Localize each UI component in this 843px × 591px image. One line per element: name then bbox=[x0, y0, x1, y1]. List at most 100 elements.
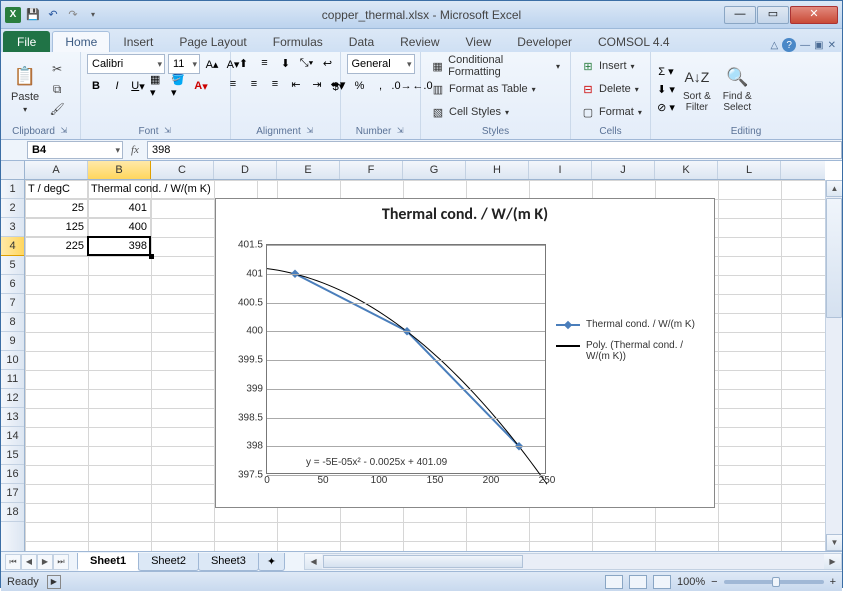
cell-B1[interactable]: Thermal cond. / W/(m K) bbox=[88, 180, 258, 199]
cell-styles-button[interactable]: ▧Cell Styles▾ bbox=[427, 101, 564, 123]
minimize-button[interactable]: — bbox=[724, 6, 756, 24]
fill-icon[interactable]: ⬇ ▾ bbox=[657, 80, 675, 98]
inc-decimal-icon[interactable]: .0→ bbox=[393, 77, 411, 95]
undo-icon[interactable]: ↶ bbox=[45, 7, 61, 23]
col-head-G[interactable]: G bbox=[403, 161, 466, 179]
italic-button[interactable]: I bbox=[108, 77, 126, 95]
align-center-icon[interactable]: ≡ bbox=[245, 75, 263, 93]
wrap-text-icon[interactable]: ↩ bbox=[319, 54, 337, 72]
row-head-1[interactable]: 1 bbox=[1, 180, 24, 199]
cell-B3[interactable]: 400 bbox=[88, 218, 151, 237]
new-sheet-button[interactable]: ✦ bbox=[258, 553, 285, 571]
number-launcher-icon[interactable]: ⇲ bbox=[395, 126, 405, 136]
row-head-7[interactable]: 7 bbox=[1, 294, 24, 313]
qat-dropdown-icon[interactable]: ▾ bbox=[85, 7, 101, 23]
align-left-icon[interactable]: ≡ bbox=[224, 75, 242, 93]
row-head-16[interactable]: 16 bbox=[1, 465, 24, 484]
align-top-icon[interactable]: ⬆ bbox=[235, 54, 253, 72]
mdi-close-icon[interactable]: ✕ bbox=[828, 40, 836, 51]
cut-icon[interactable]: ✂ bbox=[47, 60, 67, 78]
zoom-out-button[interactable]: − bbox=[711, 576, 717, 588]
close-button[interactable]: ✕ bbox=[790, 6, 838, 24]
chart-title[interactable]: Thermal cond. / W/(m K) bbox=[216, 199, 714, 230]
tab-developer[interactable]: Developer bbox=[504, 31, 585, 52]
maximize-button[interactable]: ▭ bbox=[757, 6, 789, 24]
row-head-5[interactable]: 5 bbox=[1, 256, 24, 275]
redo-icon[interactable]: ↷ bbox=[65, 7, 81, 23]
page-layout-view-button[interactable] bbox=[629, 575, 647, 589]
orientation-icon[interactable]: ⤡▾ bbox=[298, 54, 316, 72]
scroll-left-button[interactable]: ◀ bbox=[305, 554, 322, 569]
comma-icon[interactable]: , bbox=[372, 77, 390, 95]
chart-plot-area[interactable]: 397.5398398.5399399.5400400.5401401.5050… bbox=[266, 244, 546, 474]
row-head-11[interactable]: 11 bbox=[1, 370, 24, 389]
align-middle-icon[interactable]: ≡ bbox=[256, 54, 274, 72]
grow-font-icon[interactable]: A▴ bbox=[203, 55, 221, 73]
legend-series-1[interactable]: Thermal cond. / W/(m K) bbox=[556, 319, 706, 330]
legend-series-2[interactable]: Poly. (Thermal cond. / W/(m K)) bbox=[556, 340, 706, 362]
number-format-select[interactable]: General bbox=[347, 54, 415, 74]
fill-handle[interactable] bbox=[149, 254, 154, 259]
row-head-6[interactable]: 6 bbox=[1, 275, 24, 294]
currency-icon[interactable]: $▾ bbox=[330, 77, 348, 95]
formula-bar[interactable] bbox=[147, 141, 842, 159]
insert-cells-button[interactable]: ⊞Insert▾ bbox=[577, 55, 646, 77]
col-head-L[interactable]: L bbox=[718, 161, 781, 179]
page-break-view-button[interactable] bbox=[653, 575, 671, 589]
tab-data[interactable]: Data bbox=[336, 31, 387, 52]
cell-A2[interactable]: 25 bbox=[25, 199, 88, 218]
worksheet-grid[interactable]: ABCDEFGHIJKL 123456789101112131415161718… bbox=[1, 161, 842, 551]
tab-formulas[interactable]: Formulas bbox=[260, 31, 336, 52]
copy-icon[interactable]: ⧉ bbox=[47, 80, 67, 98]
col-head-C[interactable]: C bbox=[151, 161, 214, 179]
normal-view-button[interactable] bbox=[605, 575, 623, 589]
col-head-H[interactable]: H bbox=[466, 161, 529, 179]
row-head-14[interactable]: 14 bbox=[1, 427, 24, 446]
format-as-table-button[interactable]: ▥Format as Table▾ bbox=[427, 78, 564, 100]
clipboard-launcher-icon[interactable]: ⇲ bbox=[59, 126, 69, 136]
zoom-slider[interactable] bbox=[724, 580, 824, 584]
col-head-K[interactable]: K bbox=[655, 161, 718, 179]
zoom-in-button[interactable]: + bbox=[830, 576, 836, 588]
find-select-button[interactable]: 🔍 Find & Select bbox=[719, 63, 756, 115]
horizontal-scrollbar[interactable]: ◀ ▶ bbox=[304, 553, 842, 570]
bold-button[interactable]: B bbox=[87, 77, 105, 95]
tab-home[interactable]: Home bbox=[52, 31, 110, 52]
sheet-tab-1[interactable]: Sheet1 bbox=[77, 553, 139, 571]
format-painter-icon[interactable]: 🖌 bbox=[47, 100, 67, 118]
col-head-A[interactable]: A bbox=[25, 161, 88, 179]
indent-inc-icon[interactable]: ⇥ bbox=[308, 75, 326, 93]
scroll-up-button[interactable]: ▲ bbox=[826, 180, 842, 197]
percent-icon[interactable]: % bbox=[351, 77, 369, 95]
scroll-right-button[interactable]: ▶ bbox=[824, 554, 841, 569]
row-head-18[interactable]: 18 bbox=[1, 503, 24, 522]
tab-page-layout[interactable]: Page Layout bbox=[166, 31, 259, 52]
mdi-minimize-icon[interactable]: — bbox=[800, 40, 810, 51]
file-tab[interactable]: File bbox=[3, 31, 50, 52]
last-sheet-button[interactable]: ⏭ bbox=[53, 554, 69, 570]
row-headers[interactable]: 123456789101112131415161718 bbox=[1, 180, 25, 551]
next-sheet-button[interactable]: ▶ bbox=[37, 554, 53, 570]
zoom-thumb[interactable] bbox=[772, 577, 780, 587]
format-cells-button[interactable]: ▢Format▾ bbox=[577, 101, 646, 123]
tab-view[interactable]: View bbox=[453, 31, 505, 52]
conditional-formatting-button[interactable]: ▦Conditional Formatting▾ bbox=[427, 55, 564, 77]
font-launcher-icon[interactable]: ⇲ bbox=[163, 126, 173, 136]
help-icon[interactable]: ? bbox=[782, 38, 796, 52]
col-head-F[interactable]: F bbox=[340, 161, 403, 179]
sheet-tab-3[interactable]: Sheet3 bbox=[198, 553, 259, 571]
sheet-tab-2[interactable]: Sheet2 bbox=[138, 553, 199, 571]
font-color-icon[interactable]: A▾ bbox=[192, 77, 210, 95]
first-sheet-button[interactable]: ⏮ bbox=[5, 554, 21, 570]
align-bottom-icon[interactable]: ⬇ bbox=[277, 54, 295, 72]
underline-button[interactable]: U ▾ bbox=[129, 77, 147, 95]
chart-object[interactable]: Thermal cond. / W/(m K) 397.5398398.5399… bbox=[215, 198, 715, 508]
col-head-J[interactable]: J bbox=[592, 161, 655, 179]
name-box[interactable]: B4 bbox=[27, 141, 123, 159]
select-all-button[interactable] bbox=[1, 161, 25, 180]
save-icon[interactable]: 💾 bbox=[25, 7, 41, 23]
delete-cells-button[interactable]: ⊟Delete▾ bbox=[577, 78, 646, 100]
mdi-restore-icon[interactable]: ▣ bbox=[814, 40, 823, 51]
row-head-15[interactable]: 15 bbox=[1, 446, 24, 465]
font-size-select[interactable]: 11 bbox=[168, 54, 200, 74]
